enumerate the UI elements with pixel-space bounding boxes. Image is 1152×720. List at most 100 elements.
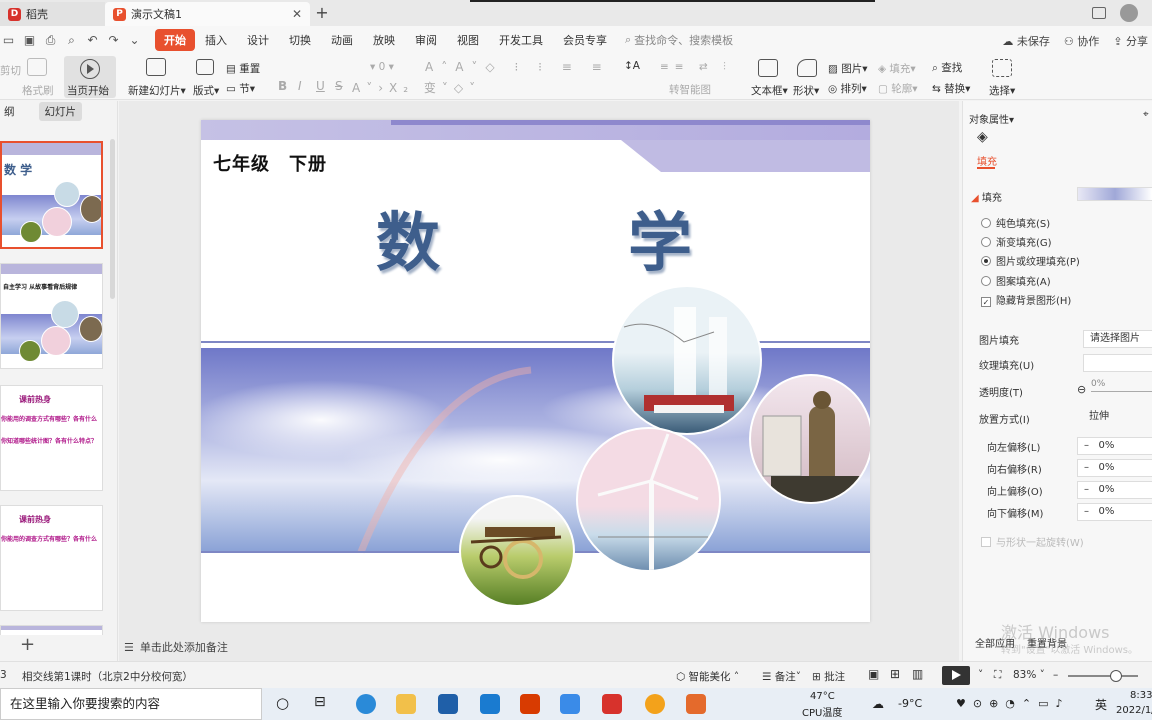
bold-button[interactable]: B <box>278 79 287 93</box>
weather-temperature[interactable]: -9°C <box>898 697 922 710</box>
italic-button[interactable]: I <box>298 79 302 93</box>
notes-area[interactable]: ☰ 单击此处添加备注 <box>124 639 228 655</box>
slide-thumbnail-2[interactable]: 自主学习 从故事看背后规律 <box>0 263 103 369</box>
input-method-indicator[interactable]: 英 <box>1095 696 1107 713</box>
new-tab-button[interactable]: + <box>310 2 334 26</box>
slideshow-play-button[interactable] <box>942 666 970 685</box>
cut-button[interactable]: 剪切 <box>0 63 21 78</box>
menu-animation[interactable]: 动画 <box>321 32 363 48</box>
hide-bg-checkbox[interactable]: ✓ 隐藏背景图形(H) <box>981 292 1071 307</box>
grid-view-icon[interactable]: ⊞ <box>890 667 900 681</box>
file-icon[interactable]: ▭ <box>2 33 15 48</box>
fill-button[interactable]: ◈ 填充▾ <box>878 61 916 76</box>
tray-icons[interactable]: ♥⊙⊕◔⌃▭♪ <box>956 697 1070 710</box>
menu-review[interactable]: 审阅 <box>405 32 447 48</box>
play-options-chevron-icon[interactable]: ˅ <box>978 669 983 681</box>
reset-background-button[interactable]: 重置背景 <box>1027 635 1067 650</box>
menu-design[interactable]: 设计 <box>237 32 279 48</box>
reading-view-icon[interactable]: ▥ <box>912 667 923 681</box>
office-icon[interactable] <box>520 694 540 714</box>
picture-fill-select[interactable]: 请选择图片 <box>1083 330 1152 348</box>
play-from-current-button[interactable]: 当页开始 <box>67 83 109 98</box>
unsaved-button[interactable]: ☁ 未保存 <box>1002 33 1050 49</box>
solid-fill-radio[interactable]: 纯色填充(S) <box>981 215 1050 230</box>
menu-transition[interactable]: 切换 <box>279 32 321 48</box>
redo-icon[interactable]: ↷ <box>107 33 120 48</box>
slide-thumbnail-1[interactable]: 数 学 <box>0 141 103 249</box>
layout-button[interactable]: 版式▾ <box>193 83 219 98</box>
tab-docer[interactable]: D 稻壳 <box>0 2 105 26</box>
pin-icon[interactable]: ⌖ <box>1143 109 1149 120</box>
select-button[interactable]: 选择▾ <box>989 83 1015 98</box>
strikethrough-button[interactable]: S <box>335 79 343 93</box>
fill-section-toggle[interactable]: ◢ 填充 <box>971 189 1002 204</box>
textbox-button[interactable]: 文本框▾ <box>751 83 788 98</box>
slide-thumbnail-4[interactable]: 课前热身 你能用的调查方式有哪些？各有什么 <box>0 505 103 611</box>
clock-date[interactable]: 2022/1/ <box>1116 705 1152 716</box>
format-painter-button[interactable]: 格式刷 <box>22 83 54 98</box>
print-icon[interactable]: ⎙ <box>44 33 57 48</box>
store-icon[interactable] <box>438 694 458 714</box>
tab-presentation[interactable]: P 演示文稿1 ✕ <box>105 2 310 26</box>
slide[interactable]: 七年级 下册 数 学 <box>201 120 870 622</box>
picture-button[interactable]: ▨ 图片▾ <box>828 61 868 76</box>
arrange-button[interactable]: ◎ 排列▾ <box>828 81 867 96</box>
share-button[interactable]: ⇪ 分享 <box>1113 33 1148 49</box>
line-spacing-icon[interactable]: ↕A <box>624 60 640 72</box>
find-button[interactable]: ⌕ 查找 <box>932 60 962 75</box>
weather-cloud-icon[interactable]: ☁ <box>872 697 884 711</box>
rotate-with-shape-checkbox[interactable]: 与形状一起旋转(W) <box>981 534 1084 549</box>
text-effects-icons[interactable]: A˅›X₂ 变˅◇˅ <box>352 79 481 96</box>
clock-time[interactable]: 8:33 <box>1130 690 1152 701</box>
menu-home[interactable]: 开始 <box>155 29 195 51</box>
tab-slides[interactable]: 幻灯片 <box>38 101 82 121</box>
reset-button[interactable]: ▤ 重置 <box>226 61 260 76</box>
menu-insert[interactable]: 插入 <box>195 32 237 48</box>
file-explorer-icon[interactable] <box>396 694 416 714</box>
notes-button[interactable]: ☰ 备注˅ <box>762 669 801 684</box>
new-slide-button[interactable]: 新建幻灯片▾ <box>128 83 186 98</box>
offset-right-field[interactable]: – 0% <box>1077 459 1152 477</box>
comment-button[interactable]: ⊞ 批注 <box>812 669 845 684</box>
app-orange-icon[interactable] <box>645 694 665 714</box>
pattern-fill-radio[interactable]: 图案填充(A) <box>981 273 1051 288</box>
edge-browser-icon[interactable] <box>356 694 376 714</box>
section-button[interactable]: ▭ 节▾ <box>226 81 255 96</box>
save-icon[interactable]: ▣ <box>23 33 36 48</box>
task-view-circle-icon[interactable]: ○ <box>276 694 289 712</box>
add-slide-button[interactable]: + <box>20 634 35 655</box>
outline-button[interactable]: ▢ 轮廓▾ <box>878 81 918 96</box>
fit-window-icon[interactable]: ⛶ <box>994 669 1001 682</box>
texture-fill-select[interactable] <box>1083 354 1152 372</box>
properties-header[interactable]: 对象属性▾ <box>969 111 1014 126</box>
zoom-slider[interactable] <box>1068 670 1138 682</box>
convert-smartart-button[interactable]: 转智能图 <box>669 82 711 97</box>
font-size-select[interactable]: ▾ 0 ▾ <box>370 61 394 73</box>
shape-button[interactable]: 形状▾ <box>793 83 819 98</box>
wps-icon[interactable] <box>602 694 622 714</box>
command-search[interactable]: ⌕ 查找命令、搜索模板 <box>625 32 733 48</box>
offset-left-field[interactable]: – 0% <box>1077 437 1152 455</box>
wps-presentation-icon[interactable] <box>686 694 706 714</box>
apply-all-button[interactable]: 全部应用 <box>975 635 1015 650</box>
feishu-icon[interactable] <box>560 694 580 714</box>
avatar[interactable] <box>1120 4 1138 22</box>
font-grow-shrink-icon[interactable]: A˄A˅◇ ⁝ ⁝ ≡ ≡ <box>425 60 610 74</box>
more-chevron-icon[interactable]: ⌄ <box>128 33 141 48</box>
zoom-out-icon[interactable]: – <box>1053 669 1058 681</box>
slide-thumbnail-3[interactable]: 课前热身 你能用的调查方式有哪些？各有什么 你知道哪些统计图？各有什么特点？ <box>0 385 103 491</box>
transparency-slider[interactable] <box>1091 391 1152 392</box>
mail-icon[interactable] <box>480 694 500 714</box>
menu-developer[interactable]: 开发工具 <box>489 32 553 48</box>
menu-view[interactable]: 视图 <box>447 32 489 48</box>
collab-button[interactable]: ⚇ 协作 <box>1064 33 1099 49</box>
menu-member[interactable]: 会员专享 <box>553 32 617 48</box>
task-view-icon[interactable]: ⊟ <box>314 694 326 710</box>
smart-beautify-button[interactable]: ⬡ 智能美化 ˄ <box>676 669 739 684</box>
picture-fill-radio[interactable]: 图片或纹理填充(P) <box>981 253 1080 268</box>
underline-button[interactable]: U <box>316 79 325 93</box>
tab-outline[interactable]: 纲 <box>0 104 19 119</box>
slides-scrollbar[interactable] <box>110 139 115 299</box>
window-layout-icon[interactable] <box>1092 7 1106 19</box>
normal-view-icon[interactable]: ▣ <box>868 667 879 681</box>
